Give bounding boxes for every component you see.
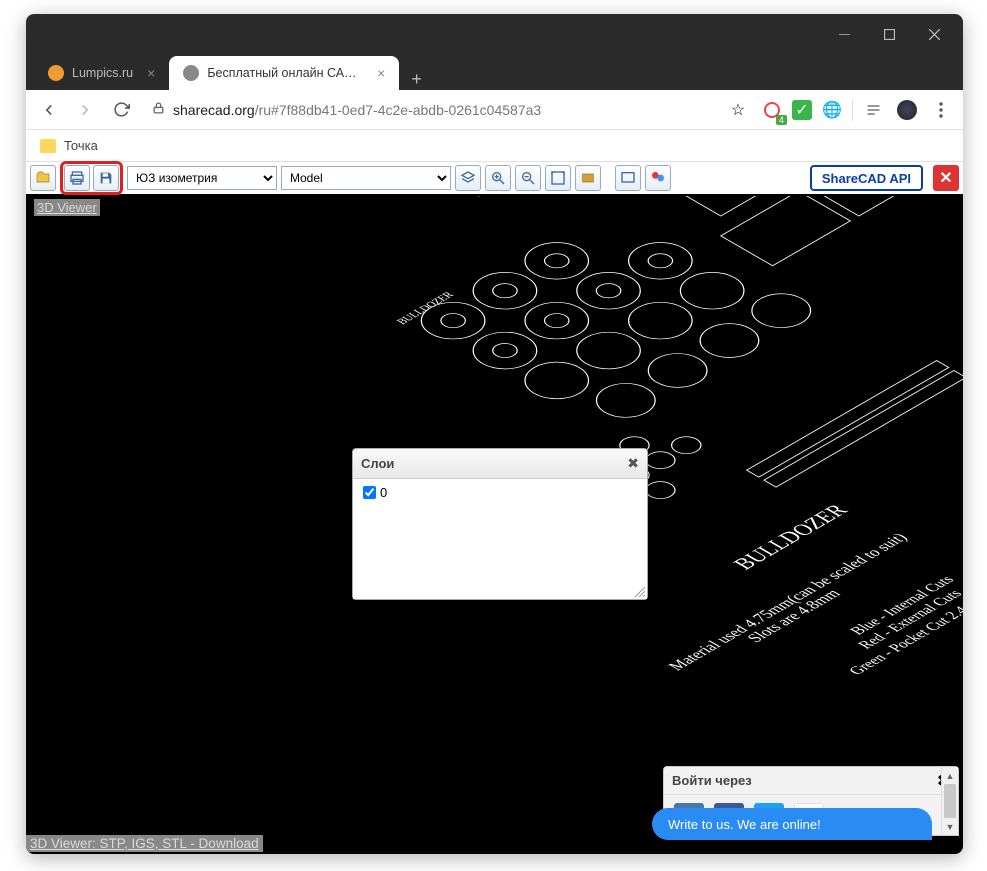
dialog-body: 0: [353, 479, 647, 599]
layer-name: 0: [380, 485, 387, 500]
extension-globe-icon[interactable]: 🌐: [818, 96, 846, 124]
login-title: Войти через: [672, 773, 937, 788]
forward-button[interactable]: [70, 95, 100, 125]
tab-bar: Lumpics.ru × Бесплатный онлайн САПР прос…: [26, 54, 963, 90]
reload-button[interactable]: [106, 95, 136, 125]
model-select[interactable]: Model: [281, 166, 451, 190]
tab-close-icon[interactable]: ×: [147, 65, 155, 81]
dialog-close-icon[interactable]: ✖: [627, 455, 639, 472]
dialog-header[interactable]: Слои ✖: [353, 449, 647, 479]
view-select[interactable]: ЮЗ изометрия: [127, 166, 277, 190]
chat-text: Write to us. We are online!: [668, 817, 821, 832]
layer-checkbox[interactable]: [363, 486, 376, 499]
panel-scrollbar[interactable]: ▲ ▼: [941, 767, 958, 835]
chat-widget[interactable]: Write to us. We are online!: [652, 808, 932, 840]
profile-avatar[interactable]: [893, 96, 921, 124]
scroll-thumb[interactable]: [944, 784, 956, 820]
menu-button[interactable]: [927, 96, 955, 124]
sharecad-api-button[interactable]: ShareCAD API: [810, 165, 923, 191]
tab-lumpics[interactable]: Lumpics.ru ×: [34, 56, 169, 90]
folder-icon: [40, 139, 56, 153]
back-button[interactable]: [34, 95, 64, 125]
bookmark-item[interactable]: Точка: [64, 138, 98, 153]
app-toolbar: ЮЗ изометрия Model ShareCAD API ✕: [26, 162, 963, 196]
separator: [852, 99, 853, 121]
open-file-button[interactable]: [30, 165, 56, 191]
tab-title: Бесплатный онлайн САПР прос: [207, 66, 363, 80]
close-drawing-button[interactable]: ✕: [933, 165, 959, 191]
zoom-window-button[interactable]: [575, 165, 601, 191]
scroll-up-icon[interactable]: ▲: [942, 767, 958, 784]
background-button[interactable]: [645, 165, 671, 191]
window-maximize-button[interactable]: [867, 19, 912, 49]
favicon: [183, 65, 199, 81]
print-button[interactable]: [64, 165, 90, 191]
reading-list-icon[interactable]: [859, 96, 887, 124]
extension-opera-icon[interactable]: 4: [758, 96, 786, 124]
3d-download-link[interactable]: 3D Viewer: STP, IGS, STL - Download: [26, 835, 263, 852]
dialog-title: Слои: [361, 456, 627, 471]
lock-icon: [152, 101, 165, 118]
zoom-out-button[interactable]: [515, 165, 541, 191]
star-icon[interactable]: ☆: [724, 96, 752, 124]
browser-window: Lumpics.ru × Бесплатный онлайн САПР прос…: [26, 14, 963, 854]
bookmarks-bar: Точка: [26, 130, 963, 162]
resize-grip-icon[interactable]: [633, 585, 645, 597]
extension-check-icon[interactable]: ✓: [792, 100, 812, 120]
window-titlebar: [26, 14, 963, 54]
save-button[interactable]: [93, 165, 119, 191]
layers-button[interactable]: [455, 165, 481, 191]
scroll-down-icon[interactable]: ▼: [942, 818, 958, 835]
new-tab-button[interactable]: +: [399, 69, 434, 90]
url-field[interactable]: sharecad.org/ru#7f88db41-0ed7-4c2e-abdb-…: [142, 97, 718, 122]
tab-sharecad[interactable]: Бесплатный онлайн САПР прос ×: [169, 56, 399, 90]
app-content: ЮЗ изометрия Model ShareCAD API ✕ 3D Vie…: [26, 162, 963, 854]
window-minimize-button[interactable]: [822, 19, 867, 49]
address-bar: sharecad.org/ru#7f88db41-0ed7-4c2e-abdb-…: [26, 90, 963, 130]
window-close-button[interactable]: [912, 19, 957, 49]
layers-dialog: Слои ✖ 0: [352, 448, 648, 600]
favicon: [48, 65, 64, 81]
layer-row[interactable]: 0: [363, 485, 637, 500]
url-text: sharecad.org/ru#7f88db41-0ed7-4c2e-abdb-…: [173, 102, 541, 118]
zoom-in-button[interactable]: [485, 165, 511, 191]
zoom-extents-button[interactable]: [545, 165, 571, 191]
cad-canvas[interactable]: 3D Viewer: [26, 196, 963, 854]
tab-close-icon[interactable]: ×: [377, 65, 385, 81]
highlighted-toolbar-group: [60, 161, 123, 195]
tab-title: Lumpics.ru: [72, 66, 133, 80]
login-header[interactable]: Войти через ✖: [664, 767, 958, 795]
color-mode-button[interactable]: [615, 165, 641, 191]
